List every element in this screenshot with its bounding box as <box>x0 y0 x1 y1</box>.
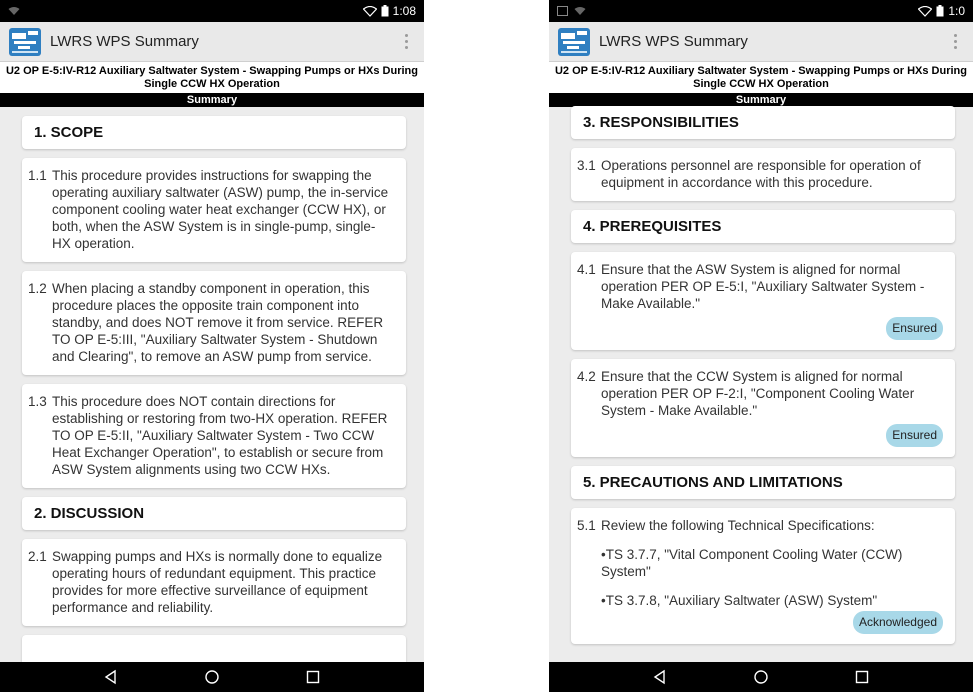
status-time: 1:0 <box>948 4 965 18</box>
back-icon[interactable] <box>652 669 668 685</box>
app-title: LWRS WPS Summary <box>50 33 199 50</box>
section-header: 5. PRECAUTIONS AND LIMITATIONS <box>571 466 955 499</box>
step-text: Operations personnel are responsible for… <box>601 158 921 190</box>
step-text: This procedure provides instructions for… <box>52 168 389 251</box>
step-text: Ensure that the ASW System is aligned fo… <box>601 262 925 311</box>
recents-icon[interactable] <box>305 669 321 685</box>
app-bar: LWRS WPS Summary <box>0 22 424 62</box>
step-text: Review the following Technical Specifica… <box>601 518 875 533</box>
step-number: 5.1 <box>577 518 596 533</box>
section-header: 2. DISCUSSION <box>22 497 406 530</box>
battery-icon <box>936 5 944 17</box>
battery-icon <box>381 5 389 17</box>
app-bar: LWRS WPS Summary <box>549 22 973 62</box>
summary-list[interactable]: 3. RESPONSIBILITIES 3.1 Operations person… <box>549 106 973 662</box>
step-card[interactable]: 5.1 Review the following Technical Specif… <box>571 508 955 644</box>
section-header: 4. PREREQUISITES <box>571 210 955 243</box>
step-card[interactable]: 4.2 Ensure that the CCW System is aligned… <box>571 359 955 457</box>
step-number: 1.1 <box>28 168 47 183</box>
step-card[interactable]: 1.2 When placing a standby component in o… <box>22 271 406 375</box>
step-number: 1.2 <box>28 281 47 296</box>
tech-spec-item: •TS 3.7.7, "Vital Component Cooling Wate… <box>601 547 903 579</box>
wifi-icon <box>918 5 933 17</box>
wifi-icon <box>574 7 586 15</box>
step-number: 4.2 <box>577 369 596 384</box>
summary-label: Summary <box>0 93 424 107</box>
summary-list[interactable]: 1. SCOPE 1.1 This procedure provides inst… <box>0 106 424 662</box>
ensured-badge[interactable]: Ensured <box>886 424 943 447</box>
step-card[interactable]: 1.1 This procedure provides instructions … <box>22 158 406 262</box>
image-icon <box>557 6 568 16</box>
step-text: This procedure does NOT contain directio… <box>52 394 388 477</box>
step-text: Swapping pumps and HXs is normally done … <box>52 549 383 615</box>
summary-label: Summary <box>549 93 973 107</box>
step-card-partial[interactable] <box>22 635 406 662</box>
status-bar: 1:0 <box>549 0 973 22</box>
app-title: LWRS WPS Summary <box>599 33 748 50</box>
step-card[interactable]: 1.3 This procedure does NOT contain direc… <box>22 384 406 488</box>
app-logo-icon[interactable] <box>8 27 42 57</box>
tech-spec-item: •TS 3.7.8, "Auxiliary Saltwater (ASW) Sy… <box>601 593 878 608</box>
status-time: 1:08 <box>392 4 416 18</box>
step-text: When placing a standby component in oper… <box>52 281 384 364</box>
home-icon[interactable] <box>753 669 769 685</box>
app-logo-icon[interactable] <box>557 27 591 57</box>
procedure-title: U2 OP E-5:IV-R12 Auxiliary Saltwater Sys… <box>549 62 973 93</box>
phone-left: 1:08 LWRS WPS Summary U2 OP E-5:IV-R12 A… <box>0 0 424 692</box>
step-text: Ensure that the CCW System is aligned fo… <box>601 369 915 418</box>
overflow-menu-icon[interactable] <box>947 30 963 54</box>
nav-bar <box>0 662 424 692</box>
acknowledged-badge[interactable]: Acknowledged <box>852 611 943 634</box>
section-header: 3. RESPONSIBILITIES <box>571 106 955 139</box>
status-bar: 1:08 <box>0 0 424 22</box>
section-header: 1. SCOPE <box>22 116 406 149</box>
step-card[interactable]: 4.1 Ensure that the ASW System is aligned… <box>571 252 955 350</box>
wifi-icon <box>8 7 20 15</box>
ensured-badge[interactable]: Ensured <box>886 317 943 340</box>
home-icon[interactable] <box>204 669 220 685</box>
step-number: 4.1 <box>577 262 596 277</box>
step-number: 2.1 <box>28 549 47 564</box>
phone-right: 1:0 LWRS WPS Summary U2 OP E-5:IV-R12 Au… <box>549 0 973 692</box>
overflow-menu-icon[interactable] <box>398 30 414 54</box>
nav-bar <box>549 662 973 692</box>
wifi-icon <box>362 5 377 17</box>
procedure-title: U2 OP E-5:IV-R12 Auxiliary Saltwater Sys… <box>0 62 424 93</box>
recents-icon[interactable] <box>854 669 870 685</box>
step-number: 1.3 <box>28 394 47 409</box>
step-card[interactable]: 3.1 Operations personnel are responsible … <box>571 148 955 201</box>
back-icon[interactable] <box>103 669 119 685</box>
step-card[interactable]: 2.1 Swapping pumps and HXs is normally do… <box>22 539 406 626</box>
step-number: 3.1 <box>577 158 596 173</box>
